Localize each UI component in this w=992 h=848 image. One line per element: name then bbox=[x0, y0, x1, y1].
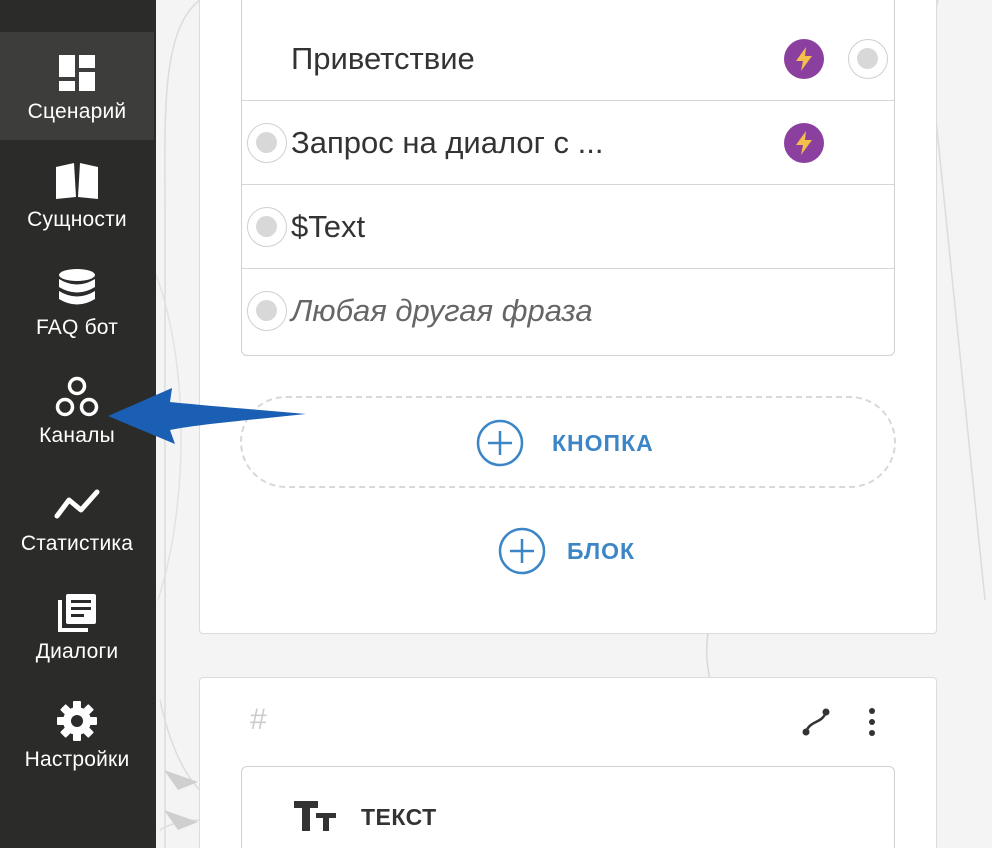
sidebar-item-label: Настройки bbox=[24, 748, 130, 771]
add-button-label: КНОПКА bbox=[552, 430, 654, 456]
lightning-icon[interactable] bbox=[784, 39, 824, 79]
block-id-hash: # bbox=[250, 703, 267, 736]
input-port[interactable] bbox=[247, 207, 287, 247]
text-element[interactable]: ТЕКСТ bbox=[241, 766, 895, 848]
channels-icon bbox=[53, 373, 101, 421]
list-item[interactable]: Любая другая фраза bbox=[242, 269, 894, 353]
fallback-row-text: Любая другая фраза bbox=[291, 293, 593, 328]
database-icon bbox=[53, 265, 101, 313]
sidebar-item-scenario[interactable]: Сценарий bbox=[0, 32, 154, 140]
block-buttons-list: Приветствие Запрос на диалог с ... $Text… bbox=[241, 0, 895, 356]
sidebar-item-faq-bot[interactable]: FAQ бот bbox=[0, 248, 154, 356]
list-item[interactable]: Запрос на диалог с ... bbox=[242, 101, 894, 185]
dialogs-icon bbox=[53, 589, 101, 637]
gear-icon bbox=[53, 697, 101, 745]
incoming-connector-arrows bbox=[164, 770, 198, 830]
dashboard-icon bbox=[53, 49, 101, 97]
sidebar-item-label: FAQ бот bbox=[35, 316, 119, 339]
add-block-button[interactable]: БЛОК bbox=[498, 527, 648, 575]
output-port[interactable] bbox=[848, 39, 888, 79]
more-vertical-icon[interactable] bbox=[862, 706, 882, 743]
text-element-label: ТЕКСТ bbox=[361, 804, 437, 830]
list-item[interactable]: Приветствие bbox=[242, 17, 894, 101]
sidebar-item-label: Сценарий bbox=[27, 100, 127, 123]
chart-line-icon bbox=[53, 481, 101, 529]
book-icon bbox=[53, 157, 101, 205]
add-block-label: БЛОК bbox=[567, 538, 636, 564]
lightning-icon[interactable] bbox=[784, 123, 824, 163]
sidebar-item-label: Сущности bbox=[27, 208, 127, 231]
plus-circle-icon bbox=[498, 527, 546, 575]
text-type-icon bbox=[292, 799, 338, 838]
button-row-text: $Text bbox=[291, 209, 366, 244]
sidebar-item-label: Статистика bbox=[20, 532, 134, 555]
input-port[interactable] bbox=[247, 123, 287, 163]
sidebar-item-entities[interactable]: Сущности bbox=[0, 140, 154, 248]
sidebar-item-label: Диалоги bbox=[35, 640, 119, 663]
button-row-text: Приветствие bbox=[291, 41, 475, 76]
list-item[interactable]: $Text bbox=[242, 185, 894, 269]
input-port[interactable] bbox=[247, 291, 287, 331]
sidebar-item-settings[interactable]: Настройки bbox=[0, 680, 154, 788]
annotation-arrow-icon bbox=[108, 388, 306, 444]
sidebar-item-statistics[interactable]: Статистика bbox=[0, 464, 154, 572]
add-button-button[interactable]: КНОПКА bbox=[240, 396, 896, 488]
plus-circle-icon bbox=[476, 419, 524, 467]
connect-path-icon[interactable] bbox=[800, 706, 832, 743]
sidebar-item-dialogs[interactable]: Диалоги bbox=[0, 572, 154, 680]
button-row-text: Запрос на диалог с ... bbox=[291, 125, 604, 160]
